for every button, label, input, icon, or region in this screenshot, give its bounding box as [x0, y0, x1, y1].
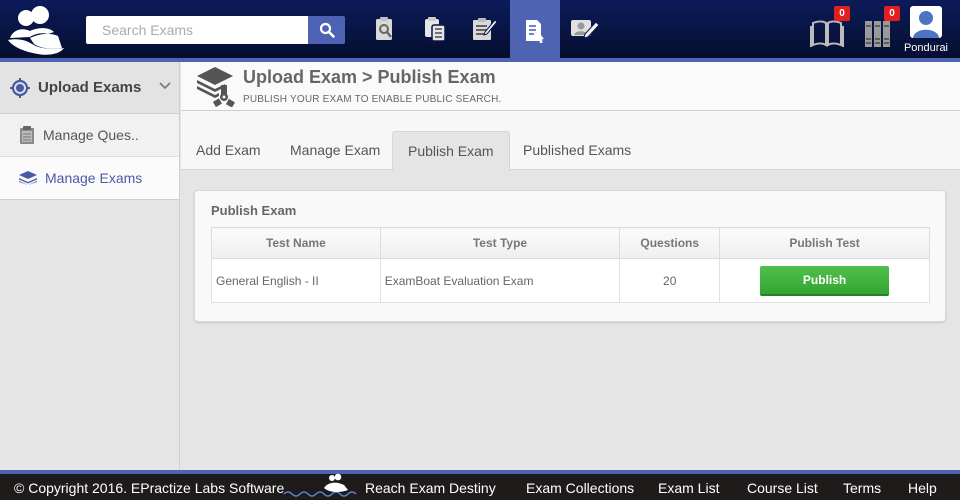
footer-link-exam-list[interactable]: Exam List [658, 480, 719, 496]
top-header: 0 0 Pondurai [0, 0, 960, 62]
boat-wave-logo-icon [283, 473, 357, 497]
page-subtitle: PUBLISH YOUR EXAM TO ENABLE PUBLIC SEARC… [243, 94, 502, 105]
username: Pondurai [903, 42, 949, 54]
footer: © Copyright 2016. EPractize Labs Softwar… [0, 473, 960, 500]
notification-library[interactable]: 0 [860, 0, 900, 58]
user-menu[interactable]: Pondurai [901, 6, 951, 58]
column-header-questions: Questions [619, 227, 721, 259]
table-row: General English - II ExamBoat Evaluation… [211, 258, 930, 303]
crosshair-icon [10, 77, 30, 98]
tab-manage-exam[interactable]: Manage Exam [275, 131, 395, 170]
main-content: Publish Exam Test Name Test Type Questio… [181, 171, 960, 470]
search-exam-icon [376, 17, 392, 40]
nav-profile-edit[interactable] [560, 0, 610, 60]
search-bar [86, 16, 345, 44]
book-count-badge: 0 [834, 6, 850, 21]
cell-test-type: ExamBoat Evaluation Exam [379, 258, 621, 303]
tagline-text: Reach Exam Destiny [365, 480, 496, 496]
panel-title: Publish Exam [211, 203, 297, 218]
sidebar-section-upload-exams[interactable]: Upload Exams [0, 62, 179, 114]
sidebar-item-label: Manage Ques.. [43, 127, 139, 143]
library-icon [865, 21, 890, 47]
column-header-publish-test: Publish Test [719, 227, 930, 259]
profile-edit-icon [571, 20, 600, 39]
table-header-row: Test Name Test Type Questions Publish Te… [211, 227, 930, 259]
footer-link-exam-collections[interactable]: Exam Collections [526, 480, 634, 496]
footer-link-help[interactable]: Help [908, 480, 937, 496]
publish-button[interactable]: Publish [760, 265, 890, 296]
search-button[interactable] [308, 16, 345, 44]
sidebar-item-manage-questions[interactable]: Manage Ques.. [0, 114, 179, 157]
search-icon [319, 22, 335, 38]
cell-publish-action: Publish [719, 258, 930, 303]
sidebar-item-label: Manage Exams [45, 170, 143, 186]
notification-book[interactable]: 0 [808, 0, 850, 58]
page-header: Upload Exam > Publish Exam PUBLISH YOUR … [181, 62, 960, 111]
nav-clipboard-list[interactable] [410, 0, 460, 60]
upload-stack-icon [197, 67, 235, 107]
publish-exam-table: Test Name Test Type Questions Publish Te… [211, 227, 930, 303]
exam-tabs: Add Exam Manage Exam Publish Exam Publis… [181, 111, 960, 171]
sidebar-item-manage-exams[interactable]: Manage Exams [0, 157, 179, 200]
cell-questions: 20 [619, 258, 721, 303]
column-header-test-type: Test Type [379, 227, 621, 259]
main-nav [360, 0, 610, 62]
book-icon [810, 20, 844, 47]
publish-exam-panel: Publish Exam Test Name Test Type Questio… [194, 190, 946, 322]
upload-document-icon [526, 20, 544, 43]
footer-link-course-list[interactable]: Course List [747, 480, 818, 496]
nav-checklist-edit[interactable] [460, 0, 510, 60]
library-count-badge: 0 [884, 6, 900, 21]
search-input[interactable] [86, 16, 308, 44]
nav-upload-document[interactable] [510, 0, 560, 62]
footer-link-terms[interactable]: Terms [843, 480, 881, 496]
stack-icon [19, 171, 37, 185]
clipboard-icon [20, 126, 34, 144]
column-header-test-name: Test Name [211, 227, 381, 259]
family-boat-logo-icon[interactable] [4, 4, 68, 56]
copyright-text: © Copyright 2016. EPractize Labs Softwar… [14, 480, 285, 496]
clipboard-list-icon [425, 17, 446, 42]
chevron-down-icon[interactable] [159, 82, 171, 90]
tab-publish-exam[interactable]: Publish Exam [392, 131, 510, 171]
checklist-edit-icon [473, 18, 498, 40]
cell-test-name: General English - II [211, 258, 381, 303]
user-avatar-icon [910, 6, 942, 38]
nav-search-exam[interactable] [360, 0, 410, 60]
tab-add-exam[interactable]: Add Exam [181, 131, 276, 170]
tab-published-exams[interactable]: Published Exams [508, 131, 646, 170]
page-title: Upload Exam > Publish Exam [243, 67, 496, 87]
sidebar: Upload Exams Manage Ques.. Manage Exams [0, 62, 180, 470]
sidebar-section-label: Upload Exams [38, 79, 142, 96]
